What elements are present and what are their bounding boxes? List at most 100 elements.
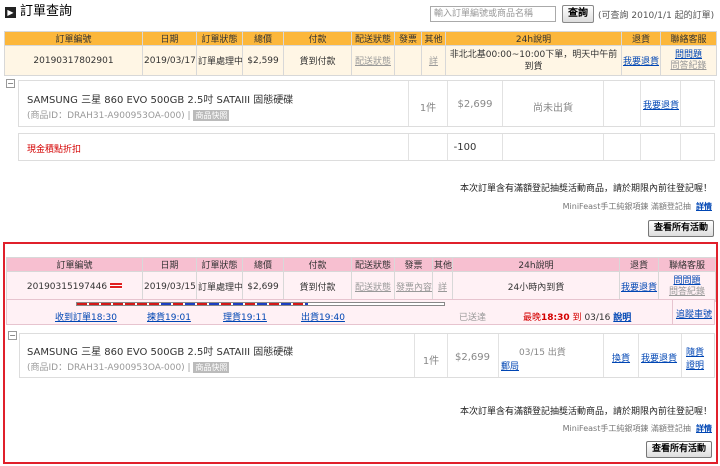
page-title: 訂單查詢	[20, 4, 73, 19]
collapse-icon[interactable]: −	[6, 79, 15, 88]
lottery-notice: 本次訂單含有滿額登記抽獎活動商品，請於期限內前往登記喔！	[459, 184, 712, 194]
col-payment: 付款	[283, 257, 352, 272]
order-detail-link[interactable]: 詳	[438, 283, 447, 293]
progress-segment	[173, 303, 183, 305]
progress-segment	[89, 303, 99, 305]
item-return-link[interactable]: 我要退貨	[641, 351, 677, 364]
col-24h: 24h說明	[452, 257, 620, 272]
receipt-link[interactable]: 隨貨	[686, 345, 704, 358]
progress-segment	[257, 303, 267, 305]
qa-history-link[interactable]: 問答紀錄	[662, 61, 715, 72]
divider	[640, 81, 641, 126]
progress-segment	[113, 303, 123, 305]
progress-segment	[209, 303, 219, 305]
exchange-link[interactable]: 換貨	[612, 351, 630, 364]
snapshot-link[interactable]: 商品快照	[193, 110, 230, 121]
shipping-status-link[interactable]: 配送狀態	[355, 283, 391, 293]
order-table-2: 訂單編號 日期 訂單狀態 總價 付款 配送狀態 發票 其他 24h說明 退貨 聯…	[6, 257, 716, 302]
view-activities-button[interactable]: 查看所有活動	[646, 441, 712, 458]
return-link[interactable]: 我要退貨	[623, 57, 659, 67]
promo-detail-link[interactable]: 詳情	[696, 202, 712, 211]
progress-segment	[137, 303, 147, 305]
search-button[interactable]: 查詢	[562, 5, 594, 23]
progress-segment	[77, 303, 87, 305]
progress-segment	[269, 303, 279, 305]
item-qty: 1件	[422, 356, 440, 367]
promo-line: MiniFeast手工純銀項鍊 滿額登記抽 詳情	[562, 202, 712, 211]
eta-explain-link[interactable]: 說明	[613, 313, 631, 323]
title-arrow-icon: ▶	[5, 7, 16, 18]
progress-segment	[305, 303, 308, 305]
qa-history-link[interactable]: 問答紀錄	[660, 287, 714, 298]
item-name: SAMSUNG 三星 860 EVO 500GB 2.5吋 SATAIII 固態…	[27, 95, 294, 106]
order-row: 20190317802901 2019/03/17 訂單處理中 $2,599 貨…	[4, 45, 717, 76]
progress-segment	[293, 303, 303, 305]
step-shipped[interactable]: 出貨19:40	[301, 310, 345, 323]
divider	[414, 334, 415, 377]
progress-segment	[149, 303, 159, 305]
item-ship-date: 03/15 出貨	[519, 348, 566, 358]
col-order-id: 訂單編號	[6, 257, 143, 272]
divider	[447, 134, 448, 160]
divider	[672, 300, 673, 324]
order-payment: 貨到付款	[283, 45, 352, 76]
order-row: 20190315197446 2019/03/15 訂單處理中 $2,699 貨…	[6, 271, 716, 302]
divider	[680, 81, 681, 126]
carrier-link[interactable]: 郵局	[501, 359, 519, 372]
flag-icon	[110, 283, 123, 289]
return-link[interactable]: 我要退貨	[621, 283, 657, 293]
snapshot-link[interactable]: 商品快照	[193, 362, 230, 373]
search-input[interactable]: 輸入訂單編號或商品名稱	[430, 6, 556, 22]
order-status: 訂單處理中	[196, 45, 243, 76]
order-detail-link[interactable]: 詳	[429, 57, 438, 67]
step-order-received[interactable]: 收到訂單18:30	[55, 310, 117, 323]
ask-question-link[interactable]: 問問題	[662, 50, 715, 61]
collapse-icon[interactable]: −	[8, 331, 17, 340]
col-24h: 24h說明	[445, 31, 622, 46]
col-shipping: 配送狀態	[351, 257, 395, 272]
col-return: 退貨	[619, 257, 659, 272]
order-24h-note: 非北北基00:00~10:00下單，明天中午前到貨	[445, 45, 622, 76]
step-picking[interactable]: 揀貨19:01	[147, 310, 191, 323]
divider	[447, 334, 448, 377]
col-order-id: 訂單編號	[4, 31, 143, 46]
order-header-row: 訂單編號 日期 訂單狀態 總價 付款 配送狀態 發票 其他 24h說明 退貨 聯…	[6, 257, 716, 272]
col-payment: 付款	[283, 31, 352, 46]
order-total: $2,599	[242, 45, 284, 76]
col-contact: 聯絡客服	[658, 257, 716, 272]
view-activities-button[interactable]: 查看所有活動	[648, 220, 714, 237]
track-vehicle-link[interactable]: 追蹤車號	[676, 307, 712, 320]
step-sorting[interactable]: 理貨19:11	[223, 310, 267, 323]
divider	[680, 134, 681, 160]
divider	[681, 334, 682, 377]
step-delivered: 已送達	[459, 313, 487, 323]
discount-label: 現金積點折扣	[27, 145, 82, 155]
divider	[408, 81, 409, 126]
promo-detail-link[interactable]: 詳情	[696, 424, 712, 433]
col-status: 訂單狀態	[196, 257, 243, 272]
order-id: 20190315197446	[6, 271, 143, 302]
divider	[502, 134, 503, 160]
divider	[603, 134, 604, 160]
col-date: 日期	[142, 31, 197, 46]
item-return-link[interactable]: 我要退貨	[643, 98, 679, 111]
progress-segment	[185, 303, 195, 305]
item-id: (商品ID：DRAH31-A900953OA-000) | 商品快照	[27, 362, 230, 373]
receipt-link-2[interactable]: 證明	[686, 358, 704, 371]
invoice-link[interactable]: 發票內容	[396, 283, 432, 293]
item-price: $2,699	[455, 352, 490, 363]
progress-segment	[125, 303, 135, 305]
divider	[603, 334, 604, 377]
ask-question-link[interactable]: 問問題	[660, 276, 714, 287]
col-invoice: 發票	[394, 257, 433, 272]
order-total: $2,699	[242, 271, 284, 302]
delivery-eta: 最晚18:30 到 03/16 說明	[523, 313, 632, 323]
col-contact: 聯絡客服	[660, 31, 717, 46]
order-table-1: 訂單編號 日期 訂單狀態 總價 付款 配送狀態 發票 其他 24h說明 退貨 聯…	[4, 31, 717, 76]
discount-value: -100	[453, 142, 477, 153]
divider	[502, 81, 503, 126]
progress-segment	[161, 303, 171, 305]
col-invoice: 發票	[394, 31, 422, 46]
shipping-status-link[interactable]: 配送狀態	[355, 57, 391, 67]
order-status: 訂單處理中	[196, 271, 243, 302]
